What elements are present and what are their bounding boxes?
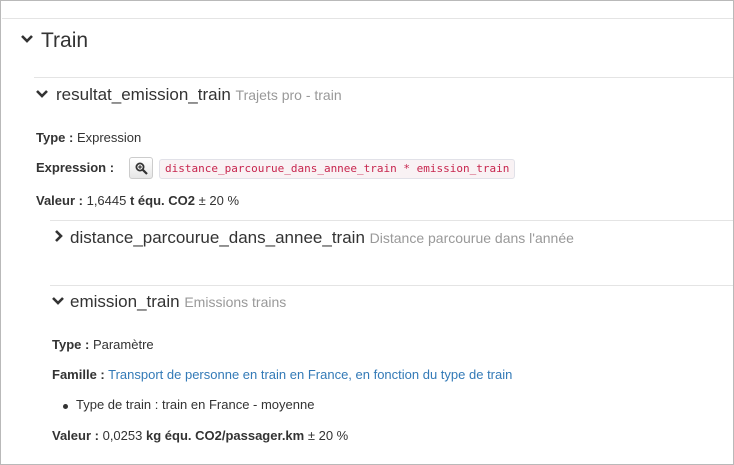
famille-link[interactable]: Transport de personne en train en France… [108,367,512,382]
node-description: Distance parcourue dans l'année [369,230,574,246]
node-name: emission_train [70,292,180,311]
node-title-resultat[interactable]: resultat_emission_train Trajets pro - tr… [56,85,342,105]
type-row: Type : Paramètre [52,337,154,352]
famille-row: Famille : Transport de personne en train… [52,367,512,382]
valeur-label: Valeur : [36,193,83,208]
divider [34,77,733,78]
valeur-unit: t équ. CO2 [129,193,195,208]
node-name: distance_parcourue_dans_annee_train [70,228,365,247]
divider [50,285,733,286]
node-title-distance[interactable]: distance_parcourue_dans_annee_train Dist… [70,228,574,248]
type-label: Type : [52,337,90,352]
node-title-emission[interactable]: emission_train Emissions trains [70,292,286,312]
valeur-number: 0,0253 [102,428,143,443]
node-name: resultat_emission_train [56,85,231,104]
expression-label: Expression : [36,160,115,175]
valeur-row: Valeur : 0,0253 kg équ. CO2/passager.km … [52,428,348,443]
section-title[interactable]: Train [41,29,88,53]
chevron-down-icon[interactable] [20,32,34,46]
chevron-down-icon[interactable] [51,294,65,308]
valeur-unit: kg équ. CO2/passager.km [145,428,305,443]
valeur-number: 1,6445 [86,193,127,208]
divider [2,18,733,19]
valeur-label: Valeur : [52,428,99,443]
zoom-button[interactable] [129,157,153,179]
famille-label: Famille : [52,367,105,382]
chevron-down-icon[interactable] [35,87,49,101]
type-row: Type : Expression [36,130,141,145]
list-item: Type de train : train en France - moyenn… [76,397,315,412]
valeur-row: Valeur : 1,6445 t équ. CO2 ± 20 % [36,193,239,208]
zoom-icon [135,162,148,175]
tree-panel: Train resultat_emission_train Trajets pr… [0,0,734,465]
node-description: Trajets pro - train [235,87,342,103]
valeur-uncertainty: ± 20 % [198,193,240,208]
type-value: Expression [76,130,142,145]
chevron-right-icon[interactable] [52,229,66,243]
list-bullet [63,404,68,409]
type-value: Paramètre [92,337,154,352]
type-label: Type : [36,130,74,145]
expression-code: distance_parcourue_dans_annee_train * em… [159,159,516,179]
divider [50,220,733,221]
node-description: Emissions trains [184,294,287,310]
valeur-uncertainty: ± 20 % [307,428,349,443]
